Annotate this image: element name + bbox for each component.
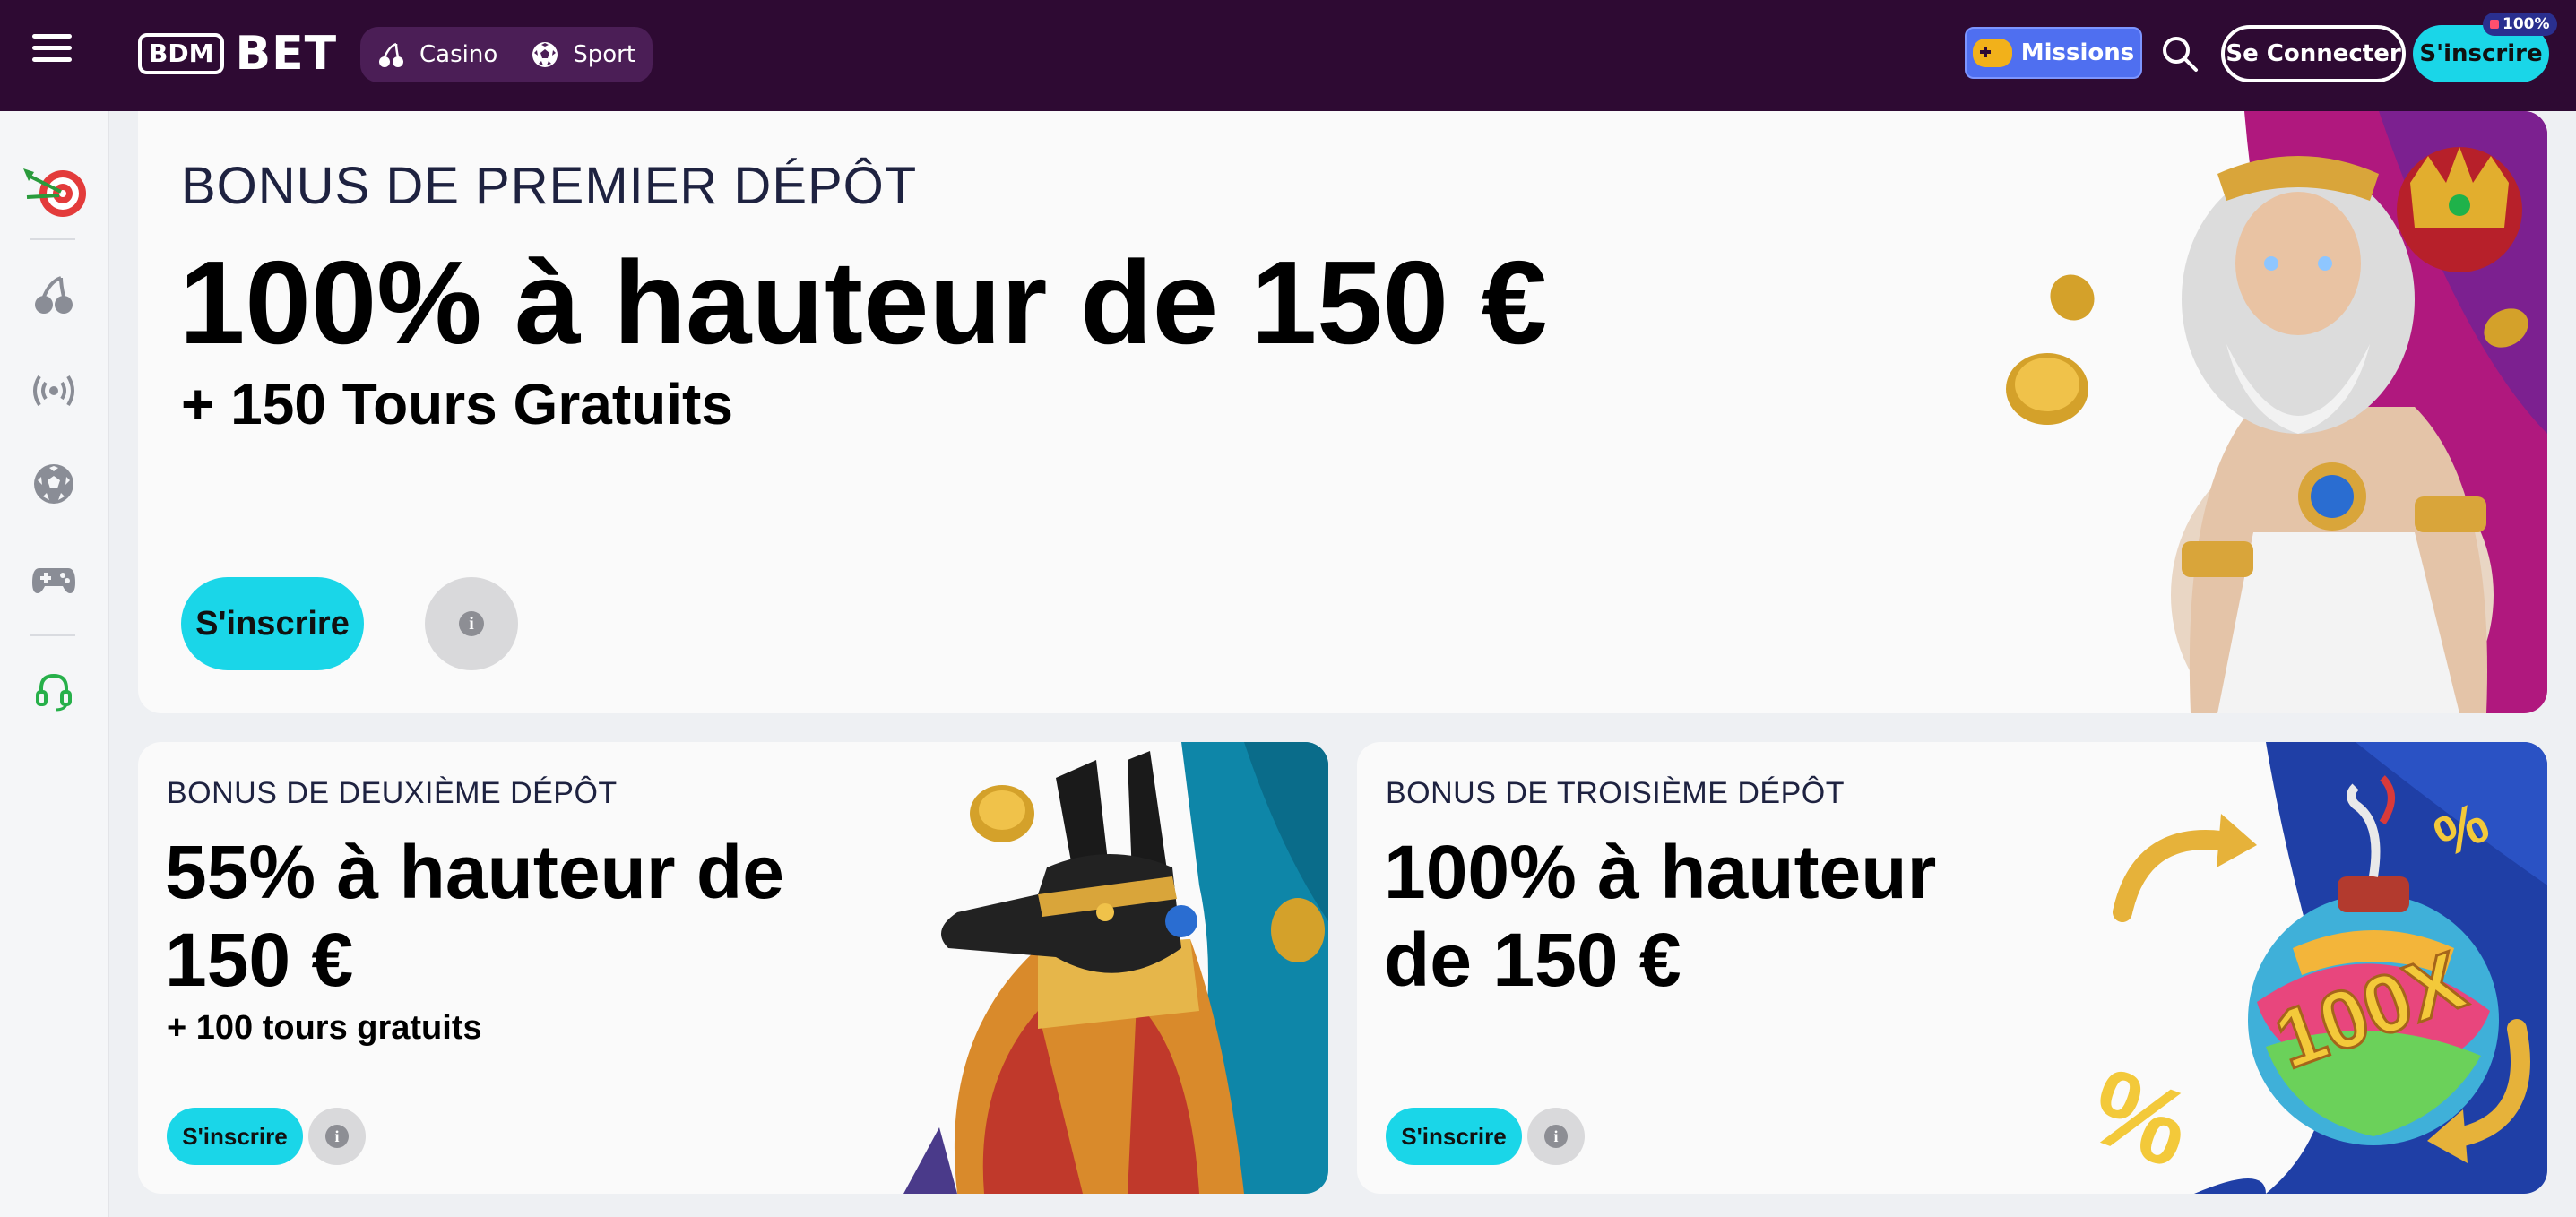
second-bonus-sub: + 100 tours gratuits bbox=[167, 1009, 482, 1047]
missions-label: Missions bbox=[2020, 39, 2135, 66]
third-deposit-bonus-card: BONUS DE TROISIÈME DÉPÔT 100% à hauteur … bbox=[1357, 742, 2547, 1194]
login-button[interactable]: Se Connecter bbox=[2221, 25, 2406, 82]
first-bonus-info-button[interactable]: i bbox=[425, 577, 518, 670]
percent-symbol: % bbox=[2087, 1045, 2206, 1190]
third-bonus-kicker: BONUS DE TROISIÈME DÉPÔT bbox=[1386, 776, 1846, 810]
first-bonus-kicker: BONUS DE PREMIER DÉPÔT bbox=[181, 157, 918, 215]
gift-icon bbox=[2490, 20, 2499, 29]
second-bonus-kicker: BONUS DE DEUXIÈME DÉPÔT bbox=[167, 776, 618, 810]
search-icon[interactable] bbox=[2160, 34, 2200, 73]
left-sidebar bbox=[0, 111, 109, 1217]
bomb-multiplier-illustration: 100X % % bbox=[2087, 742, 2547, 1194]
cherry-icon bbox=[379, 42, 403, 67]
third-bonus-headline: 100% à hauteur de 150 € bbox=[1384, 830, 1937, 1002]
first-bonus-headline: 100% à hauteur de 150 € bbox=[179, 237, 1548, 368]
anubis-illustration bbox=[903, 742, 1328, 1194]
signup-bonus-badge: 100% bbox=[2483, 13, 2557, 36]
nav-sport-label: Sport bbox=[573, 41, 636, 68]
headset-icon[interactable] bbox=[30, 667, 77, 713]
second-deposit-bonus-card: BONUS DE DEUXIÈME DÉPÔT 55% à hauteur de… bbox=[138, 742, 1328, 1194]
second-bonus-signup-button[interactable]: S'inscrire bbox=[167, 1108, 303, 1165]
second-bonus-headline: 55% à hauteur de 150 € bbox=[165, 830, 784, 1002]
second-bonus-info-button[interactable]: i bbox=[308, 1108, 366, 1165]
soccer-ball-icon[interactable] bbox=[30, 461, 77, 507]
info-icon: i bbox=[1544, 1125, 1568, 1148]
main-nav: Casino Sport bbox=[360, 27, 653, 82]
signup-badge-text: 100% bbox=[2503, 15, 2550, 33]
gamepad-icon[interactable] bbox=[30, 556, 77, 602]
soccer-ball-icon bbox=[532, 42, 558, 67]
dart-target-icon[interactable] bbox=[20, 156, 90, 226]
info-icon: i bbox=[325, 1125, 349, 1148]
cherry-icon[interactable] bbox=[30, 272, 77, 319]
top-header: BDM BET Casino Sport Missions Se Connect… bbox=[0, 0, 2576, 111]
logo[interactable]: BDM BET bbox=[138, 27, 337, 81]
broadcast-icon[interactable] bbox=[30, 367, 77, 414]
nav-casino-label: Casino bbox=[419, 41, 498, 68]
sidebar-divider bbox=[30, 238, 75, 240]
zeus-illustration bbox=[2006, 111, 2547, 713]
first-bonus-sub: + 150 Tours Gratuits bbox=[181, 372, 733, 436]
sidebar-divider bbox=[30, 634, 75, 636]
nav-sport[interactable]: Sport bbox=[530, 39, 635, 70]
first-deposit-bonus-card: BONUS DE PREMIER DÉPÔT 100% à hauteur de… bbox=[138, 111, 2547, 713]
third-bonus-info-button[interactable]: i bbox=[1527, 1108, 1585, 1165]
missions-button[interactable]: Missions bbox=[1965, 27, 2142, 79]
nav-casino[interactable]: Casino bbox=[376, 39, 497, 70]
third-bonus-signup-button[interactable]: S'inscrire bbox=[1386, 1108, 1522, 1165]
logo-text: BET bbox=[235, 27, 338, 81]
logo-box-text: BDM bbox=[138, 33, 225, 74]
menu-icon[interactable] bbox=[32, 34, 72, 70]
first-bonus-signup-button[interactable]: S'inscrire bbox=[181, 577, 364, 670]
info-icon: i bbox=[459, 611, 484, 636]
gamepad-icon bbox=[1972, 39, 2012, 67]
